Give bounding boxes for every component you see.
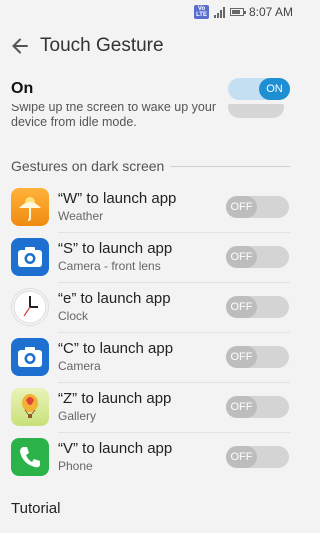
back-button[interactable]	[0, 24, 40, 68]
app-bar: Touch Gesture	[0, 24, 300, 68]
description-line-1: Swipe up the screen to wake up your	[11, 104, 216, 114]
clock-icon	[11, 288, 49, 326]
gesture-toggle[interactable]: OFF	[226, 446, 289, 468]
gesture-toggle[interactable]: OFF	[226, 246, 289, 268]
master-switch-row[interactable]: On ON	[0, 76, 300, 104]
phone-icon	[11, 438, 49, 476]
description-line-2: device from idle mode.	[11, 115, 137, 129]
arrow-back-icon	[12, 38, 28, 54]
battery-icon	[229, 8, 246, 16]
page-title: Touch Gesture	[40, 35, 164, 56]
gesture-row-z[interactable]: “Z” to launch app Gallery OFF	[0, 383, 300, 433]
gesture-title: “Z” to launch app	[58, 390, 172, 407]
gesture-subtitle: Camera	[58, 359, 101, 373]
gesture-row-v[interactable]: “V” to launch app Phone OFF	[0, 433, 300, 483]
weather-icon	[11, 188, 49, 226]
gesture-title: “C” to launch app	[58, 340, 174, 357]
gesture-subtitle: Camera - front lens	[58, 259, 161, 273]
signal-icon	[213, 6, 225, 18]
volte-icon: Vo LTE	[194, 5, 209, 19]
gesture-row-e[interactable]: “e” to launch app Clock OFF	[0, 283, 300, 333]
camera-icon	[11, 338, 49, 376]
gesture-row-w[interactable]: “W” to launch app Weather OFF	[0, 183, 300, 233]
gesture-subtitle: Phone	[58, 459, 93, 473]
gesture-title: “S” to launch app	[58, 240, 173, 257]
gesture-row-c[interactable]: “C” to launch app Camera OFF	[0, 333, 300, 383]
gesture-toggle[interactable]: OFF	[226, 296, 289, 318]
wake-up-toggle[interactable]	[228, 104, 284, 118]
gesture-toggle[interactable]: OFF	[226, 196, 289, 218]
gesture-toggle[interactable]: OFF	[226, 396, 289, 418]
tutorial-link[interactable]: Tutorial	[11, 500, 60, 517]
master-toggle[interactable]: ON	[228, 78, 290, 100]
gesture-title: “e” to launch app	[58, 290, 171, 307]
toggle-state: OFF	[226, 446, 257, 468]
gesture-title: “W” to launch app	[58, 190, 177, 207]
toggle-state: OFF	[226, 296, 257, 318]
status-bar: Vo LTE 8:07 AM	[0, 0, 300, 24]
toggle-state: OFF	[226, 346, 257, 368]
gallery-icon	[11, 388, 49, 426]
gesture-toggle[interactable]: OFF	[226, 346, 289, 368]
camera-icon	[11, 238, 49, 276]
toggle-state: OFF	[226, 196, 257, 218]
description: Swipe up the screen to wake up your devi…	[11, 104, 221, 138]
section-header-label: Gestures on dark screen	[11, 158, 165, 174]
section-header: Gestures on dark screen	[11, 158, 290, 174]
master-switch-label: On	[11, 80, 34, 97]
gesture-title: “V” to launch app	[58, 440, 173, 457]
master-toggle-state: ON	[259, 78, 290, 100]
gesture-subtitle: Clock	[58, 309, 89, 323]
gesture-subtitle: Gallery	[58, 409, 97, 423]
toggle-state: OFF	[226, 246, 257, 268]
gesture-subtitle: Weather	[58, 209, 104, 223]
toggle-state: OFF	[226, 396, 257, 418]
gesture-row-s[interactable]: “S” to launch app Camera - front lens OF…	[0, 233, 300, 283]
status-time: 8:07 AM	[248, 5, 293, 19]
